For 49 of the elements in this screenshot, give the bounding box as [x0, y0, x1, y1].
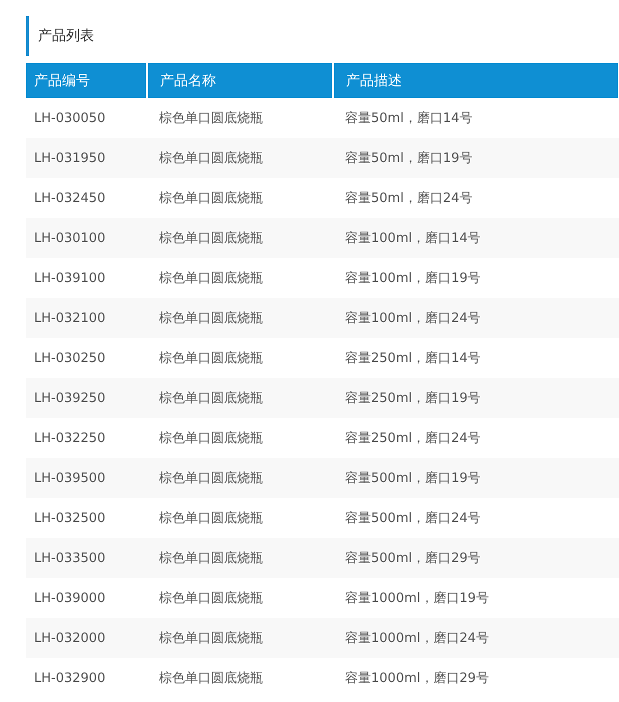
- table-cell: 容量1000ml，磨口19号: [333, 578, 619, 618]
- table-cell: 容量50ml，磨口19号: [333, 138, 619, 178]
- table-cell: 棕色单口圆底烧瓶: [147, 618, 333, 658]
- table-cell: 容量1000ml，磨口29号: [333, 658, 619, 698]
- table-cell: 棕色单口圆底烧瓶: [147, 378, 333, 418]
- table-cell: LH-030050: [26, 98, 147, 138]
- table-cell: LH-030250: [26, 338, 147, 378]
- table-cell: 容量100ml，磨口24号: [333, 298, 619, 338]
- table-cell: LH-039100: [26, 258, 147, 298]
- table-cell: 容量500ml，磨口19号: [333, 458, 619, 498]
- table-cell: LH-033500: [26, 538, 147, 578]
- table-cell: 容量100ml，磨口14号: [333, 218, 619, 258]
- table-cell: 容量250ml，磨口14号: [333, 338, 619, 378]
- table-cell: 容量50ml，磨口14号: [333, 98, 619, 138]
- table-cell: LH-032500: [26, 498, 147, 538]
- table-cell: 容量100ml，磨口19号: [333, 258, 619, 298]
- table-cell: LH-032000: [26, 618, 147, 658]
- table-cell: 棕色单口圆底烧瓶: [147, 298, 333, 338]
- table-cell: LH-039250: [26, 378, 147, 418]
- table-cell: 棕色单口圆底烧瓶: [147, 498, 333, 538]
- table-cell: 容量50ml，磨口24号: [333, 178, 619, 218]
- table-cell: LH-032450: [26, 178, 147, 218]
- table-cell: 棕色单口圆底烧瓶: [147, 138, 333, 178]
- table-cell: 容量250ml，磨口19号: [333, 378, 619, 418]
- table-cell: LH-030100: [26, 218, 147, 258]
- column-header: 产品编号: [26, 63, 147, 98]
- table-cell: LH-032100: [26, 298, 147, 338]
- table-cell: 容量250ml，磨口24号: [333, 418, 619, 458]
- table-cell: LH-031950: [26, 138, 147, 178]
- column-header: 产品描述: [333, 63, 619, 98]
- section-title: 产品列表: [26, 16, 238, 56]
- table-cell: 棕色单口圆底烧瓶: [147, 258, 333, 298]
- table-cell: 棕色单口圆底烧瓶: [147, 578, 333, 618]
- table-cell: LH-039000: [26, 578, 147, 618]
- table-cell: 棕色单口圆底烧瓶: [147, 458, 333, 498]
- table-cell: 棕色单口圆底烧瓶: [147, 418, 333, 458]
- table-cell: 容量1000ml，磨口24号: [333, 618, 619, 658]
- table-cell: 容量500ml，磨口29号: [333, 538, 619, 578]
- table-cell: 棕色单口圆底烧瓶: [147, 218, 333, 258]
- column-header: 产品名称: [147, 63, 333, 98]
- table-cell: LH-032250: [26, 418, 147, 458]
- table-cell: 棕色单口圆底烧瓶: [147, 658, 333, 698]
- table-cell: 容量500ml，磨口24号: [333, 498, 619, 538]
- table-cell: 棕色单口圆底烧瓶: [147, 538, 333, 578]
- table-cell: 棕色单口圆底烧瓶: [147, 98, 333, 138]
- table-cell: 棕色单口圆底烧瓶: [147, 178, 333, 218]
- table-cell: 棕色单口圆底烧瓶: [147, 338, 333, 378]
- table-cell: LH-032900: [26, 658, 147, 698]
- table-cell: LH-039500: [26, 458, 147, 498]
